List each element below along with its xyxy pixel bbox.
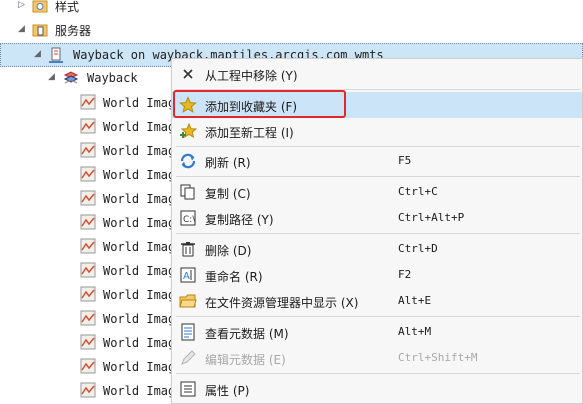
raster-layer-icon <box>80 334 96 350</box>
raster-layer-icon <box>80 142 96 158</box>
raster-layer-icon <box>80 358 96 374</box>
menu-item-show-in-explorer[interactable]: 在文件资源管理器中显示 (X) Alt+E <box>172 288 582 314</box>
expand-arrow-icon[interactable]: ▷ <box>18 0 28 10</box>
menu-item-edit-metadata: 编辑元数据 (E) Ctrl+Shift+M <box>172 345 582 371</box>
metadata-icon <box>179 323 197 341</box>
tree-node-label: 样式 <box>55 0 80 14</box>
properties-icon <box>179 380 197 398</box>
menu-separator <box>176 146 580 147</box>
raster-layer-icon <box>80 166 96 182</box>
menu-item-remove-from-project[interactable]: 从工程中移除 (Y) <box>172 61 582 87</box>
menu-item-copy[interactable]: 复制 (C) Ctrl+C <box>172 179 582 205</box>
pencil-icon <box>179 349 197 367</box>
star-plus-icon <box>179 122 198 140</box>
copy-icon <box>179 183 197 201</box>
raster-layer-icon <box>80 190 96 206</box>
menu-separator <box>176 233 580 234</box>
context-menu: 从工程中移除 (Y) 添加到收藏夹 (F) 添加至新工程 (I) 刷新 (R) … <box>171 58 583 404</box>
copy-path-icon: C:\ <box>179 209 197 227</box>
server-folder-icon <box>32 22 48 38</box>
menu-item-refresh[interactable]: 刷新 (R) F5 <box>172 148 582 174</box>
menu-separator <box>176 89 580 90</box>
menu-separator <box>176 373 580 374</box>
menu-item-rename[interactable]: A 重命名 (R) F2 <box>172 262 582 288</box>
menu-item-delete[interactable]: 删除 (D) Ctrl+D <box>172 236 582 262</box>
menu-item-properties[interactable]: 属性 (P) <box>172 376 582 402</box>
raster-layer-icon <box>80 214 96 230</box>
raster-layer-icon <box>80 118 96 134</box>
raster-layer-icon <box>80 238 96 254</box>
close-icon <box>179 65 197 83</box>
refresh-icon <box>179 152 197 170</box>
svg-text:A: A <box>183 271 190 282</box>
layer-group-icon <box>63 70 79 86</box>
raster-layer-icon <box>80 262 96 278</box>
star-icon <box>179 96 197 114</box>
menu-item-add-to-new-project[interactable]: 添加至新工程 (I) <box>172 118 582 144</box>
raster-layer-icon <box>80 382 96 398</box>
tree-node-label: Wayback <box>87 71 138 85</box>
menu-separator <box>176 316 580 317</box>
raster-layer-icon <box>80 286 96 302</box>
trash-icon <box>179 240 197 258</box>
svg-text:C:\: C:\ <box>183 215 196 225</box>
raster-layer-icon <box>80 310 96 326</box>
menu-separator <box>176 176 580 177</box>
styles-icon <box>32 0 48 14</box>
menu-item-copy-path[interactable]: C:\ 复制路径 (Y) Ctrl+Alt+P <box>172 205 582 231</box>
wmts-server-icon <box>48 47 64 63</box>
folder-open-icon <box>179 292 197 310</box>
menu-item-view-metadata[interactable]: 查看元数据 (M) Alt+M <box>172 319 582 345</box>
collapse-arrow-icon[interactable]: ◢ <box>34 49 44 59</box>
collapse-arrow-icon[interactable]: ◢ <box>48 72 58 82</box>
menu-item-add-to-favorites[interactable]: 添加到收藏夹 (F) <box>172 92 582 118</box>
raster-layer-icon <box>80 94 96 110</box>
tree-node-label: 服务器 <box>55 24 92 38</box>
tree-node-styles[interactable]: ▷ 样式 <box>0 0 583 19</box>
tree-node-servers[interactable]: ◢ 服务器 <box>0 19 583 43</box>
collapse-arrow-icon[interactable]: ◢ <box>18 24 28 34</box>
rename-icon: A <box>179 266 197 284</box>
